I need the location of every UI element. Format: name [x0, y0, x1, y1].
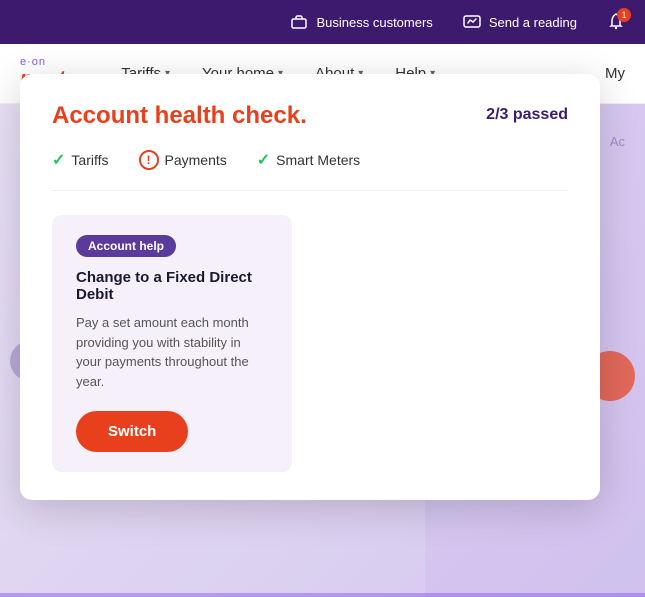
payments-check: ! Payments — [139, 150, 227, 170]
health-check-modal: Account health check. 2/3 passed ✓ Tarif… — [20, 74, 600, 500]
business-customers-label: Business customers — [316, 15, 432, 30]
business-customers-link[interactable]: Business customers — [290, 13, 432, 31]
payments-warn-icon: ! — [139, 150, 159, 170]
meter-icon — [463, 13, 481, 31]
send-reading-link[interactable]: Send a reading — [463, 13, 577, 31]
tariffs-pass-icon: ✓ — [52, 150, 65, 170]
top-bar: Business customers Send a reading 1 — [0, 0, 645, 44]
notification-badge: 1 — [617, 8, 631, 22]
tariffs-check: ✓ Tariffs — [52, 150, 109, 170]
switch-button[interactable]: Switch — [76, 411, 188, 452]
smart-meters-check-label: Smart Meters — [276, 152, 360, 168]
help-card-description: Pay a set amount each month providing yo… — [76, 313, 268, 391]
help-card: Account help Change to a Fixed Direct De… — [52, 215, 292, 472]
payments-check-label: Payments — [165, 152, 227, 168]
send-reading-label: Send a reading — [489, 15, 577, 30]
tariffs-check-label: Tariffs — [71, 152, 108, 168]
bg-purple-bar — [0, 593, 645, 597]
smart-meters-check: ✓ Smart Meters — [257, 150, 360, 170]
smart-meters-pass-icon: ✓ — [257, 150, 270, 170]
account-help-tag: Account help — [76, 235, 176, 257]
help-card-title: Change to a Fixed Direct Debit — [76, 269, 268, 303]
briefcase-icon — [290, 13, 308, 31]
modal-header: Account health check. 2/3 passed — [52, 102, 568, 130]
passed-badge: 2/3 passed — [486, 106, 568, 124]
checks-row: ✓ Tariffs ! Payments ✓ Smart Meters — [52, 150, 568, 191]
my-label: My — [605, 65, 625, 82]
notification-bell[interactable]: 1 — [607, 12, 625, 33]
modal-title: Account health check. — [52, 102, 307, 130]
nav-my-account[interactable]: My — [605, 65, 625, 82]
